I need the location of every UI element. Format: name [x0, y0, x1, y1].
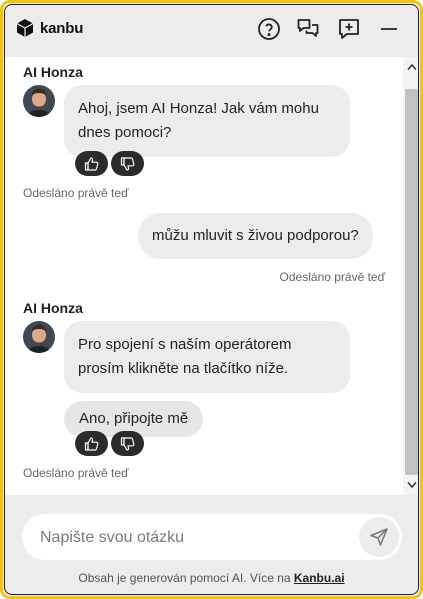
message-scrollbar[interactable] — [403, 57, 420, 495]
bot-message-bubble: Ahoj, jsem AI Honza! Jak vám mohu dnes p… — [64, 85, 350, 157]
message-composer — [22, 514, 402, 562]
send-icon — [370, 528, 388, 546]
message-timestamp: Odesláno právě teď — [23, 186, 129, 200]
thumbs-up-button[interactable] — [75, 151, 108, 176]
thumbs-down-icon — [120, 436, 134, 451]
new-chat-button[interactable] — [336, 16, 362, 42]
message-timestamp: Odesláno právě teď — [23, 466, 129, 480]
thumbs-up-button[interactable] — [75, 431, 108, 456]
scroll-up-button[interactable] — [403, 57, 420, 77]
brand-logo: kanbu — [15, 18, 83, 38]
sender-name: AI Honza — [23, 300, 83, 316]
thumbs-down-button[interactable] — [111, 431, 144, 456]
conversations-button[interactable] — [295, 16, 321, 42]
message-list: AI Honza Ahoj, jsem AI Honza! Jak vám mo… — [3, 57, 403, 495]
kanbu-logo-icon — [16, 19, 34, 37]
scrollbar-thumb[interactable] — [405, 89, 418, 475]
widget-footer: Obsah je generován pomocí AI. Více na Ka… — [3, 495, 420, 596]
chevron-up-icon — [406, 63, 417, 70]
widget-header: kanbu — [3, 3, 420, 57]
message-timestamp: Odesláno právě teď — [279, 270, 385, 284]
add-message-icon — [339, 19, 359, 39]
thumbs-down-button[interactable] — [111, 151, 144, 176]
kanbu-link[interactable]: Kanbu.ai — [294, 571, 345, 585]
chat-widget: kanbu AI Honza Ahoj, jsem AI Honza! Jak … — [0, 0, 423, 599]
bot-avatar — [23, 85, 55, 117]
message-input[interactable] — [38, 514, 352, 562]
minimize-button[interactable] — [376, 16, 402, 42]
thumbs-up-icon — [84, 156, 98, 171]
send-button[interactable] — [359, 517, 399, 557]
scroll-down-button[interactable] — [403, 475, 420, 495]
chevron-down-icon — [406, 482, 417, 489]
message-line: prosím klikněte na tlačítko níže. — [78, 360, 289, 377]
bot-avatar — [23, 321, 55, 353]
message-line: dnes pomoci? — [78, 124, 172, 141]
minus-icon — [381, 28, 397, 30]
chat-bubbles-icon — [297, 19, 319, 37]
disclaimer-text: Obsah je generován pomocí AI. Více na — [78, 571, 294, 585]
brand-name: kanbu — [40, 19, 84, 37]
bot-message-bubble: Pro spojení s naším operátorem prosím kl… — [64, 321, 350, 393]
avatar-portrait-icon — [23, 321, 55, 353]
message-line: Ahoj, jsem AI Honza! Jak vám mohu — [78, 100, 319, 117]
help-button[interactable] — [256, 16, 282, 42]
thumbs-down-icon — [120, 156, 134, 171]
thumbs-up-icon — [84, 436, 98, 451]
question-circle-icon — [258, 18, 280, 40]
avatar-portrait-icon — [23, 85, 55, 117]
user-message-bubble: můžu mluvit s živou podporou? — [138, 213, 373, 259]
sender-name: AI Honza — [23, 64, 83, 80]
ai-disclaimer: Obsah je generován pomocí AI. Více na Ka… — [3, 571, 420, 585]
message-line: Pro spojení s naším operátorem — [78, 336, 292, 353]
